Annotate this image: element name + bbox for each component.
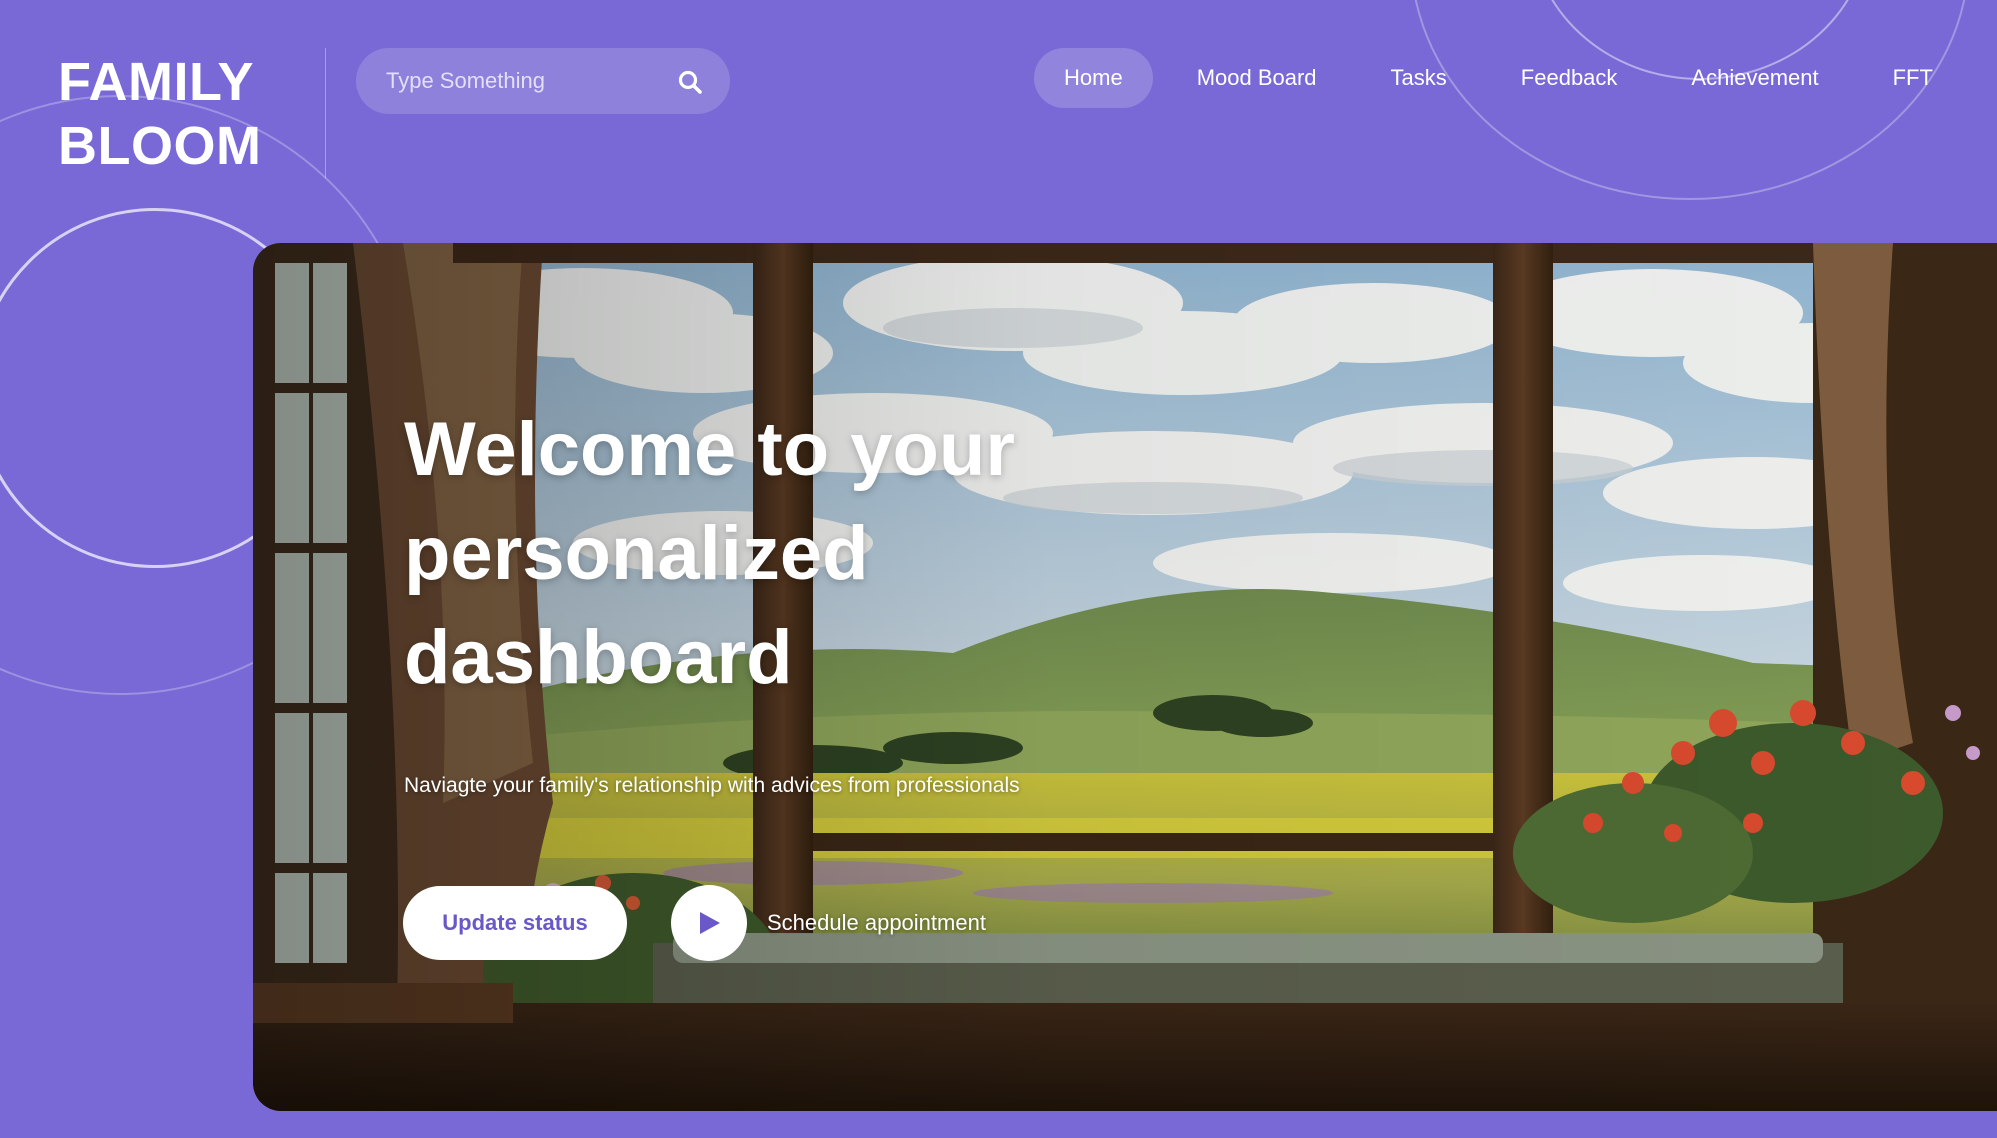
nav-item-achievement[interactable]: Achievement bbox=[1661, 48, 1848, 108]
nav-item-home[interactable]: Home bbox=[1034, 48, 1153, 108]
nav-item-mood-board[interactable]: Mood Board bbox=[1167, 48, 1347, 108]
main-nav: Home Mood Board Tasks Feedback Achieveme… bbox=[1034, 48, 1933, 108]
search-icon[interactable] bbox=[676, 68, 704, 96]
brand-line-1: FAMILY bbox=[58, 52, 255, 112]
play-icon bbox=[700, 912, 720, 934]
page: FAMILY BLOOM Home Mood Board Tasks Feedb… bbox=[0, 0, 1997, 1138]
nav-item-tasks[interactable]: Tasks bbox=[1361, 48, 1477, 108]
brand-logo[interactable]: FAMILY BLOOM bbox=[58, 50, 261, 178]
brand-line-2: BLOOM bbox=[58, 116, 262, 176]
nav-item-fft[interactable]: FFT bbox=[1863, 48, 1933, 108]
search-input[interactable] bbox=[386, 48, 676, 114]
schedule-play-button[interactable] bbox=[671, 885, 747, 961]
nav-item-feedback[interactable]: Feedback bbox=[1491, 48, 1648, 108]
search-bar bbox=[356, 48, 730, 114]
update-status-button[interactable]: Update status bbox=[403, 886, 627, 960]
header-divider bbox=[325, 48, 326, 178]
schedule-appointment-link[interactable]: Schedule appointment bbox=[767, 910, 986, 936]
hero-subtitle: Naviagte your family's relationship with… bbox=[404, 774, 1020, 797]
hero-title: Welcome to your personalized dashboard bbox=[404, 407, 1015, 700]
